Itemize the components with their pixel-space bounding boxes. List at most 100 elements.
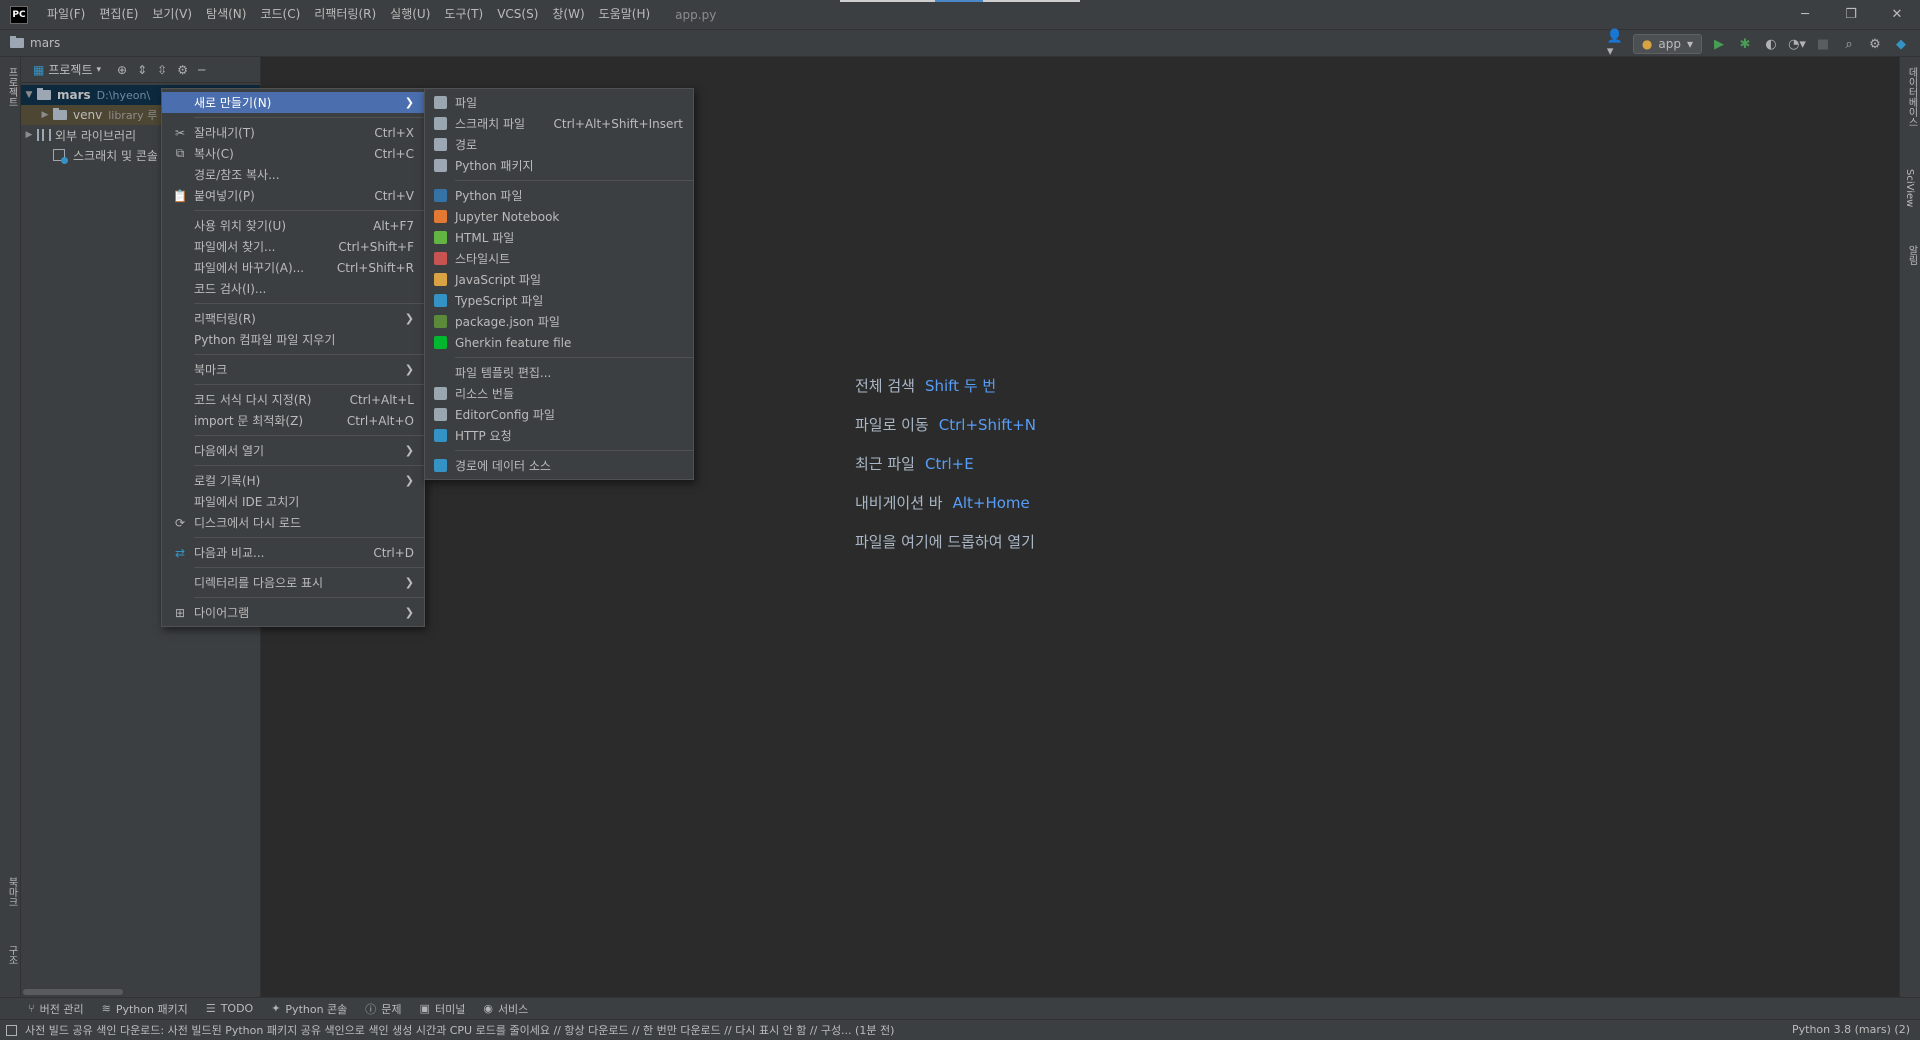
menu-item-find-in-files[interactable]: 파일에서 찾기... Ctrl+Shift+F [162,236,424,257]
tool-problems[interactable]: ⓘ 문제 [365,1001,401,1017]
new-stylesheet-item[interactable]: 스타일시트 [425,248,693,269]
tree-item-label: 외부 라이브러리 [55,128,137,143]
run-icon[interactable]: ▶ [1710,35,1728,53]
horizontal-scrollbar[interactable] [23,989,123,995]
tool-python-packages[interactable]: ≋ Python 패키지 [102,1001,188,1017]
gear-icon[interactable]: ⚙ [177,63,188,77]
submenu-item-label: package.json 파일 [455,315,560,329]
menu-item-diagrams[interactable]: ⊞ 다이어그램 ❯ [162,602,424,623]
new-jupyter-notebook-item[interactable]: Jupyter Notebook [425,206,693,227]
menu-item-copy-path[interactable]: 경로/참조 복사... [162,164,424,185]
project-view-selector[interactable]: ▦ 프로젝트 ▾ [33,61,101,78]
restore-button[interactable]: ❐ [1828,0,1874,29]
menu-item-new[interactable]: 새로 만들기(N) ❯ [162,92,424,113]
menu-item-paste[interactable]: 📋 붙여넣기(P) Ctrl+V [162,185,424,206]
menu-item-reformat-code[interactable]: 코드 서식 다시 지정(R) Ctrl+Alt+L [162,389,424,410]
new-html-file-item[interactable]: HTML 파일 [425,227,693,248]
database-tool-tab[interactable]: 데이터베이스 [1904,67,1919,127]
chevron-down-icon[interactable]: ▼ [21,90,37,100]
tool-services[interactable]: ◉ 서비스 [483,1001,528,1017]
new-javascript-file-item[interactable]: JavaScript 파일 [425,269,693,290]
edit-file-templates-item[interactable]: 파일 템플릿 편집... [425,362,693,383]
menu-edit[interactable]: 편집(E) [92,0,145,29]
menu-item-shortcut: Alt+F7 [373,218,414,233]
new-http-request-item[interactable]: HTTP 요청 [425,425,693,446]
tool-label: Python 콘솔 [285,1002,348,1016]
collapse-all-icon[interactable]: ⇳ [157,63,167,77]
menu-item-bookmarks[interactable]: 북마크 ❯ [162,359,424,380]
breadcrumb[interactable]: mars [10,36,60,50]
gear-icon[interactable]: ⚙ [1866,35,1884,53]
menu-item-local-history[interactable]: 로컬 기록(H) ❯ [162,470,424,491]
new-data-source-in-path-item[interactable]: 경로에 데이터 소스 [425,455,693,476]
hint-label: 최근 파일 [855,455,915,473]
notifications-tool-tab[interactable]: 알림 [1904,245,1919,265]
profile-icon[interactable]: ◔▾ [1788,35,1806,53]
menu-separator [194,537,424,538]
new-gherkin-file-item[interactable]: Gherkin feature file [425,332,693,353]
locate-icon[interactable]: ⊕ [117,63,127,77]
menu-code[interactable]: 코드(C) [253,0,307,29]
menu-help[interactable]: 도움말(H) [592,0,658,29]
tool-todo[interactable]: ☰ TODO [206,1002,253,1015]
chevron-right-icon[interactable]: ▶ [37,110,53,120]
menu-item-shortcut: Ctrl+Alt+O [346,413,414,428]
menu-tools[interactable]: 도구(T) [437,0,490,29]
minimize-button[interactable]: ─ [1782,0,1828,29]
hide-panel-icon[interactable]: ─ [198,63,205,77]
jetbrains-toolbox-icon[interactable]: ◆ [1892,35,1910,53]
new-scratch-file-item[interactable]: 스크래치 파일 Ctrl+Alt+Shift+Insert [425,113,693,134]
coverage-icon[interactable]: ◐ [1762,35,1780,53]
new-python-file-item[interactable]: Python 파일 [425,185,693,206]
expand-all-icon[interactable]: ⇕ [137,63,147,77]
menu-item-mark-directory-as[interactable]: 디렉터리를 다음으로 표시 ❯ [162,572,424,593]
menu-item-open-in[interactable]: 다음에서 열기 ❯ [162,440,424,461]
tool-terminal[interactable]: ▣ 터미널 [420,1001,466,1017]
menu-item-refactor[interactable]: 리팩터링(R) ❯ [162,308,424,329]
menu-item-copy[interactable]: ⧉ 복사(C) Ctrl+C [162,143,424,164]
menu-refactor[interactable]: 리팩터링(R) [307,0,383,29]
close-window-button[interactable]: ✕ [1874,0,1920,29]
stop-icon[interactable]: ■ [1814,35,1832,53]
menu-vcs[interactable]: VCS(S) [490,0,545,29]
project-tool-tab[interactable]: 프로젝트 [4,67,19,107]
menu-item-optimize-imports[interactable]: import 문 최적화(Z) Ctrl+Alt+O [162,410,424,431]
menu-item-label: 잘라내기(T) [194,126,255,140]
python-interpreter-selector[interactable]: Python 3.8 (mars) (2) [1792,1023,1910,1036]
menu-item-find-usages[interactable]: 사용 위치 찾기(U) Alt+F7 [162,215,424,236]
menu-navigate[interactable]: 탐색(N) [199,0,253,29]
debug-icon[interactable]: ✱ [1736,35,1754,53]
menu-item-cut[interactable]: ✂ 잘라내기(T) Ctrl+X [162,122,424,143]
new-python-package-item[interactable]: Python 패키지 [425,155,693,176]
menu-item-reload-from-disk[interactable]: ⟳ 디스크에서 다시 로드 [162,512,424,533]
menu-item-compare-with[interactable]: ⇄ 다음과 비교... Ctrl+D [162,542,424,563]
structure-tool-tab[interactable]: 구조 [4,945,19,965]
toggle-tool-windows-icon[interactable] [6,1024,17,1036]
tool-python-console[interactable]: ✦ Python 콘솔 [271,1001,347,1017]
menu-item-clean-python-compiled[interactable]: Python 컴파일 파일 지우기 [162,329,424,350]
new-directory-item[interactable]: 경로 [425,134,693,155]
new-editorconfig-item[interactable]: EditorConfig 파일 [425,404,693,425]
bookmarks-tool-tab[interactable]: 북마크 [4,877,19,907]
menu-view[interactable]: 보기(V) [145,0,199,29]
tool-version-control[interactable]: ⑂ 버전 관리 [28,1001,84,1017]
chevron-right-icon[interactable]: ▶ [21,130,37,140]
menu-run[interactable]: 실행(U) [383,0,437,29]
hint-label: 내비게이션 바 [855,494,943,512]
run-configuration-selector[interactable]: ● app ▾ [1632,34,1702,54]
new-typescript-file-item[interactable]: TypeScript 파일 [425,290,693,311]
new-resource-bundle-item[interactable]: 리소스 번들 [425,383,693,404]
menu-item-replace-in-files[interactable]: 파일에서 바꾸기(A)... Ctrl+Shift+R [162,257,424,278]
breadcrumb-project[interactable]: mars [30,36,60,50]
user-account-icon[interactable]: 👤▾ [1607,29,1625,59]
new-file-item[interactable]: 파일 [425,92,693,113]
search-icon[interactable]: ⌕ [1840,35,1858,53]
sciview-tool-tab[interactable]: SciView [1904,169,1915,207]
status-message[interactable]: 사전 빌드 공유 색인 다운로드: 사전 빌드된 Python 패키지 공유 색… [25,1022,1725,1038]
menu-window[interactable]: 창(W) [545,0,591,29]
menu-file[interactable]: 파일(F) [40,0,92,29]
new-package-json-item[interactable]: package.json 파일 [425,311,693,332]
package-json-icon [434,315,447,328]
menu-item-repair-ide[interactable]: 파일에서 IDE 고치기 [162,491,424,512]
menu-item-inspect-code[interactable]: 코드 검사(I)... [162,278,424,299]
